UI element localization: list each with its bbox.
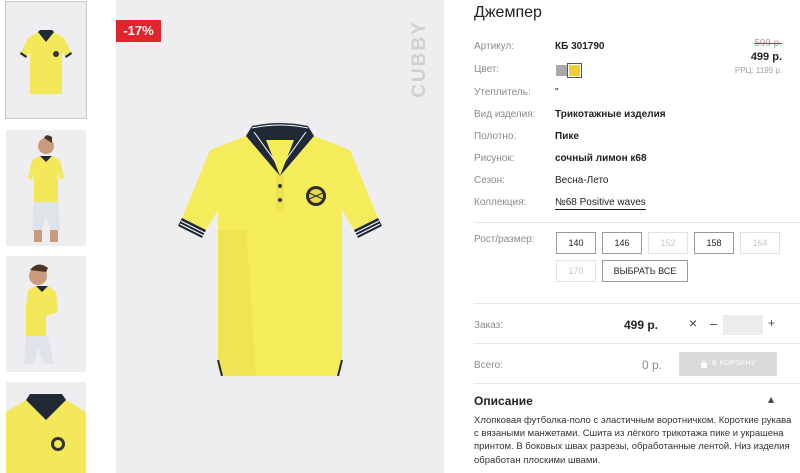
size-option-170[interactable]: 170 — [556, 260, 596, 282]
spec-label-collection: Коллекция: — [474, 197, 527, 208]
spec-label-color: Цвет: — [474, 64, 500, 75]
color-swatch-yellow[interactable] — [567, 63, 582, 78]
spec-label-type: Вид изделия: — [474, 109, 536, 120]
divider — [474, 303, 800, 304]
spec-value-fabric: Пике — [555, 131, 579, 142]
size-option-152[interactable]: 152 — [648, 232, 688, 254]
spec-value-season: Весна-Лето — [555, 175, 609, 186]
spec-value-insulation: " — [555, 87, 559, 98]
spec-value-print: сочный лимон к68 — [555, 153, 647, 164]
rrp-price: РРЦ: 1199 р. — [734, 66, 782, 75]
bag-icon — [701, 360, 708, 368]
size-option-140[interactable]: 140 — [556, 232, 596, 254]
spec-label-fabric: Полотно: — [474, 131, 517, 142]
divider — [474, 343, 800, 344]
polo-closeup-thumbnail-image — [6, 382, 86, 473]
thumbnail-1[interactable] — [5, 1, 87, 119]
thumbnail-4[interactable] — [6, 382, 86, 473]
product-details: Джемпер Артикул: КБ 301790 Цвет: Утеплит… — [474, 0, 800, 473]
size-option-158[interactable]: 158 — [694, 232, 734, 254]
order-price: 499 р. — [624, 318, 659, 332]
thumbnail-gallery — [0, 0, 96, 473]
discount-badge: -17% — [116, 20, 161, 42]
remove-icon[interactable]: × — [689, 315, 697, 331]
size-option-164[interactable]: 164 — [740, 232, 780, 254]
color-swatch-grey[interactable] — [556, 65, 567, 76]
thumbnail-3[interactable] — [6, 256, 86, 372]
description-text: Хлопковая футболка-поло с эластичным вор… — [474, 415, 792, 466]
divider — [474, 383, 800, 384]
current-price: 499 р. — [750, 51, 782, 63]
add-to-cart-button[interactable]: В КОРЗИНУ — [679, 352, 777, 376]
spec-value-collection[interactable]: №68 Positive waves — [555, 197, 646, 210]
model-front-thumbnail-image — [6, 130, 86, 246]
product-title: Джемпер — [474, 4, 542, 21]
brand-logo: CUBBY — [409, 20, 430, 98]
description-title: Описание — [474, 394, 533, 408]
polo-shirt-image — [116, 0, 444, 473]
quantity-decrease-button[interactable]: – — [710, 316, 717, 331]
total-price: 0 р. — [642, 358, 663, 372]
spec-label-season: Сезон: — [474, 175, 505, 186]
add-to-cart-label: В КОРЗИНУ — [712, 360, 756, 367]
size-option-146[interactable]: 146 — [602, 232, 642, 254]
collapse-icon[interactable]: ▴ — [768, 392, 774, 406]
spec-value-type: Трикотажные изделия — [555, 109, 666, 120]
divider — [474, 222, 800, 223]
collection-link[interactable]: №68 Positive waves — [555, 197, 646, 210]
spec-label-print: Рисунок: — [474, 153, 515, 164]
spec-label-sku: Артикул: — [474, 41, 515, 52]
spec-label-insulation: Утеплитель: — [474, 87, 531, 98]
size-label: Рост/размер: — [474, 234, 535, 245]
quantity-input[interactable] — [723, 315, 763, 335]
quantity-increase-button[interactable]: + — [768, 316, 775, 330]
order-label: Заказ: — [474, 320, 504, 331]
total-label: Всего: — [474, 360, 503, 371]
polo-shirt-thumbnail-image — [6, 2, 86, 118]
thumbnail-2[interactable] — [6, 130, 86, 246]
select-all-sizes-button[interactable]: ВЫБРАТЬ ВСЕ — [602, 260, 688, 282]
main-product-image[interactable] — [116, 0, 444, 473]
spec-value-sku: КБ 301790 — [555, 41, 605, 52]
model-side-thumbnail-image — [6, 256, 86, 372]
old-price: 599 р. — [754, 38, 782, 49]
